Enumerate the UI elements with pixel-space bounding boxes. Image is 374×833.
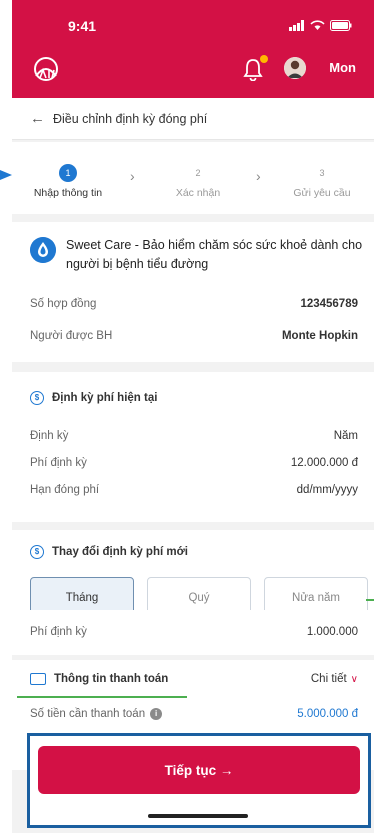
progress-stepper: 1 Nhập thông tin › 2 Xác nhận › 3 Gửi yê…	[12, 142, 374, 214]
chevron-right-icon: ›	[256, 168, 261, 184]
period-label: Định kỳ	[30, 430, 69, 442]
step-1: 1 Nhập thông tin	[22, 164, 114, 199]
user-avatar-icon	[284, 57, 306, 79]
contract-value: 123456789	[300, 298, 358, 310]
current-period-card: $ Định kỳ phí hiện tại Định kỳ Năm Phí đ…	[12, 372, 374, 522]
avatar[interactable]	[284, 57, 306, 79]
battery-icon	[330, 20, 352, 31]
contract-row: Số hợp đồng 123456789	[30, 298, 358, 310]
new-fee-label: Phí định kỳ	[30, 626, 87, 638]
payment-title: Thông tin thanh toán	[54, 673, 169, 685]
new-fee-value: 1.000.000	[306, 626, 358, 638]
amount-row: Số tiền cần thanh toán i 5.000.000 đ	[30, 708, 358, 720]
step-2: 2 Xác nhận	[152, 164, 244, 199]
card-icon	[30, 673, 46, 685]
step-3-number: 3	[319, 168, 325, 178]
status-icons	[289, 20, 352, 31]
step-2-number: 2	[195, 168, 201, 178]
current-period-title: Định kỳ phí hiện tại	[52, 392, 158, 404]
home-indicator	[148, 814, 248, 818]
chevron-right-icon: ›	[130, 168, 135, 184]
phone-screen: 9:41 Mon ← Điều chỉnh định kỳ đóng phí 1…	[12, 0, 374, 833]
status-time: 9:41	[68, 18, 97, 34]
change-period-title: Thay đổi định kỳ phí mới	[52, 546, 188, 558]
fee-row: Phí định kỳ 12.000.000 đ	[30, 457, 358, 469]
amount-label: Số tiền cần thanh toán	[30, 708, 146, 720]
amount-value: 5.000.000 đ	[297, 708, 358, 720]
brand-logo-icon	[34, 57, 58, 81]
back-arrow-icon[interactable]: ←	[30, 110, 45, 127]
step-3-label: Gửi yêu cầu	[293, 187, 351, 199]
chevron-down-icon: ∨	[350, 673, 358, 685]
page-title-bar: ← Điều chỉnh định kỳ đóng phí	[12, 98, 374, 140]
due-date-row: Hạn đóng phí dd/mm/yyyy	[30, 484, 358, 496]
product-icon	[30, 237, 56, 263]
page-title: Điều chỉnh định kỳ đóng phí	[53, 111, 208, 126]
app-header: 9:41 Mon	[12, 0, 374, 98]
change-period-heading: $ Thay đổi định kỳ phí mới	[30, 545, 188, 559]
due-date-value: dd/mm/yyyy	[296, 484, 358, 496]
insured-value: Monte Hopkin	[281, 330, 358, 342]
period-value: Năm	[333, 430, 358, 442]
due-date-label: Hạn đóng phí	[30, 484, 100, 496]
step-2-label: Xác nhận	[175, 187, 221, 199]
new-fee-row: Phí định kỳ 1.000.000	[30, 626, 358, 638]
contract-label: Số hợp đồng	[30, 298, 97, 310]
new-fee-card: Phí định kỳ 1.000.000	[12, 610, 374, 655]
money-icon: $	[30, 391, 44, 405]
insured-row: Người được BH Monte Hopkin	[30, 330, 358, 342]
fee-value: 12.000.000 đ	[290, 457, 358, 469]
step-1-label: Nhập thông tin	[33, 187, 103, 199]
scroll-indicator	[366, 599, 374, 601]
period-row: Định kỳ Năm	[30, 430, 358, 442]
user-name[interactable]: Mon	[329, 60, 356, 75]
fee-label: Phí định kỳ	[30, 457, 87, 469]
cta-highlight-box: Tiếp tục →	[27, 733, 371, 828]
product-name: Sweet Care - Bảo hiểm chăm sóc sức khoẻ …	[66, 238, 363, 271]
step-3: 3 Gửi yêu cầu	[276, 164, 368, 199]
money-icon: $	[30, 545, 44, 559]
amount-label-group: Số tiền cần thanh toán i	[30, 708, 163, 720]
signal-icon	[289, 20, 304, 31]
current-period-heading: $ Định kỳ phí hiện tại	[30, 391, 157, 405]
continue-button[interactable]: Tiếp tục →	[38, 746, 360, 794]
detail-label: Chi tiết	[310, 673, 347, 685]
info-icon[interactable]: i	[150, 708, 163, 720]
wifi-icon	[310, 20, 325, 30]
notification-badge	[260, 55, 268, 63]
product-card: Sweet Care - Bảo hiểm chăm sóc sức khoẻ …	[12, 222, 374, 362]
section-divider	[17, 696, 187, 698]
insured-label: Người được BH	[30, 330, 113, 342]
payment-heading: Thông tin thanh toán	[30, 673, 168, 685]
step-1-number: 1	[59, 164, 77, 182]
payment-detail-toggle[interactable]: Chi tiết ∨	[311, 673, 358, 685]
